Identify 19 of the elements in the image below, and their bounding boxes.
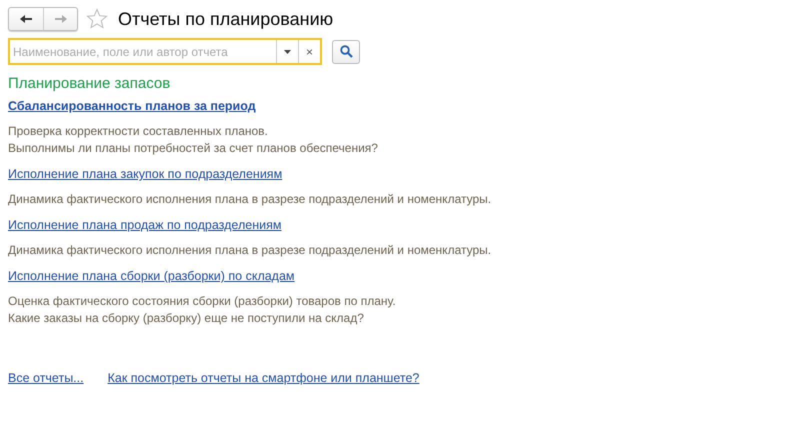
left-arrow-icon	[19, 14, 33, 24]
star-icon[interactable]	[86, 8, 108, 30]
report-description: Динамика фактического исполнения плана в разрезе подразделений и номенклатуры.	[8, 191, 492, 208]
footer-link[interactable]: Все отчеты...	[8, 371, 84, 385]
report-description: Динамика фактического исполнения плана в разрезе подразделений и номенклатуры.	[8, 242, 492, 259]
report-link[interactable]: Исполнение плана закупок по подразделениям	[8, 167, 282, 181]
search-field[interactable]: Наименование, поле или автор отчета ×	[8, 38, 322, 65]
section-title: Планирование запасов	[8, 75, 172, 92]
footer-link[interactable]: Как посмотреть отчеты на смартфоне или планшете?	[108, 371, 420, 385]
report-link[interactable]: Исполнение плана продаж по подразделениям	[8, 218, 282, 232]
search-button[interactable]	[332, 40, 360, 64]
right-arrow-icon	[54, 14, 68, 24]
report-link[interactable]: Сбалансированность планов за период	[8, 99, 256, 113]
search-icon	[340, 45, 352, 58]
report-description: Проверка корректности составленных планов. Выполнимы ли планы потребностей за счет планов обеспечения?	[8, 123, 379, 157]
caret-icon	[284, 50, 291, 54]
report-description: Оценка фактического состояния сборки (разборки) товаров по плану. Какие заказы на сборку (разборку) еще не поступили на склад?	[8, 293, 397, 327]
report-link[interactable]: Исполнение плана сборки (разборки) по складам	[8, 269, 295, 283]
window-title: Отчеты по планированию	[118, 8, 334, 30]
